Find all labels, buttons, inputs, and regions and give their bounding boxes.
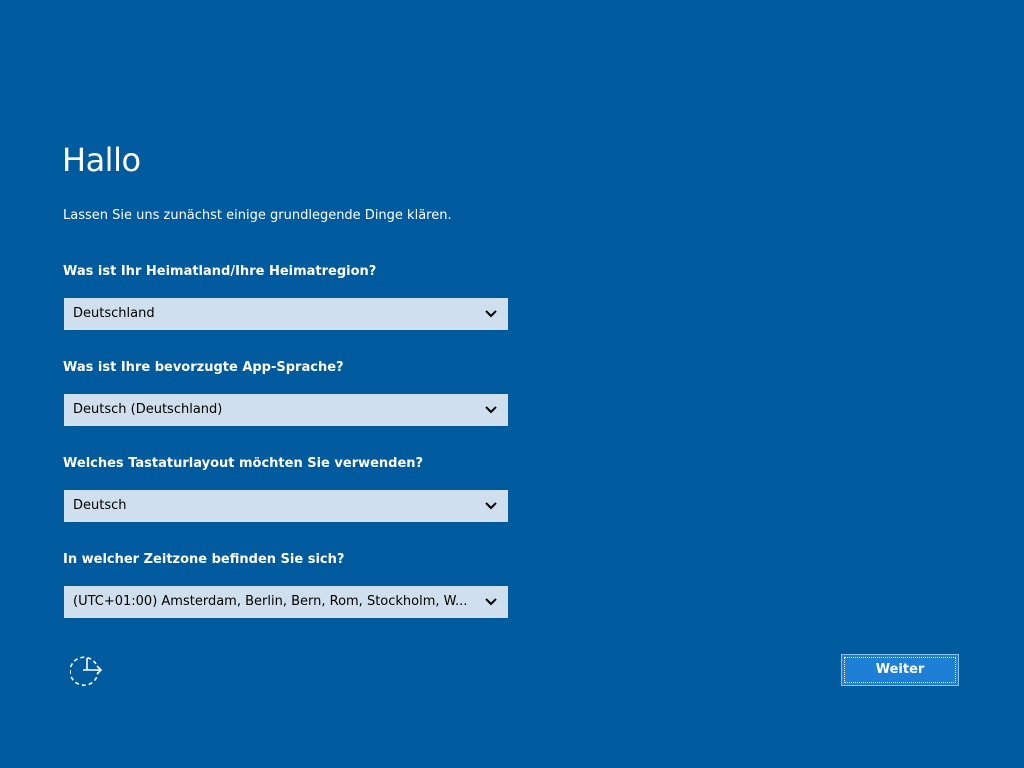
- timezone-question-label: In welcher Zeitzone befinden Sie sich?: [63, 552, 345, 567]
- keyboard-dropdown[interactable]: Deutsch: [64, 490, 508, 522]
- region-dropdown[interactable]: Deutschland: [64, 298, 508, 330]
- timezone-dropdown-value: (UTC+01:00) Amsterdam, Berlin, Bern, Rom…: [73, 594, 468, 609]
- chevron-down-icon: [485, 310, 497, 318]
- chevron-down-icon: [485, 406, 497, 414]
- app-language-dropdown[interactable]: Deutsch (Deutschland): [64, 394, 508, 426]
- chevron-down-icon: [485, 598, 497, 606]
- region-dropdown-value: Deutschland: [73, 306, 155, 321]
- page-title: Hallo: [62, 141, 141, 179]
- setup-screen: Hallo Lassen Sie uns zunächst einige gru…: [0, 0, 1024, 768]
- timezone-dropdown[interactable]: (UTC+01:00) Amsterdam, Berlin, Bern, Rom…: [64, 586, 508, 618]
- chevron-down-icon: [485, 502, 497, 510]
- page-subtitle: Lassen Sie uns zunächst einige grundlege…: [63, 208, 452, 223]
- next-button[interactable]: Weiter: [841, 654, 959, 686]
- app-language-question-label: Was ist Ihre bevorzugte App-Sprache?: [63, 360, 344, 375]
- ease-of-access-icon[interactable]: [70, 654, 106, 686]
- region-question-label: Was ist Ihr Heimatland/Ihre Heimatregion…: [63, 264, 377, 279]
- keyboard-question-label: Welches Tastaturlayout möchten Sie verwe…: [63, 456, 424, 471]
- app-language-dropdown-value: Deutsch (Deutschland): [73, 402, 223, 417]
- keyboard-dropdown-value: Deutsch: [73, 498, 127, 513]
